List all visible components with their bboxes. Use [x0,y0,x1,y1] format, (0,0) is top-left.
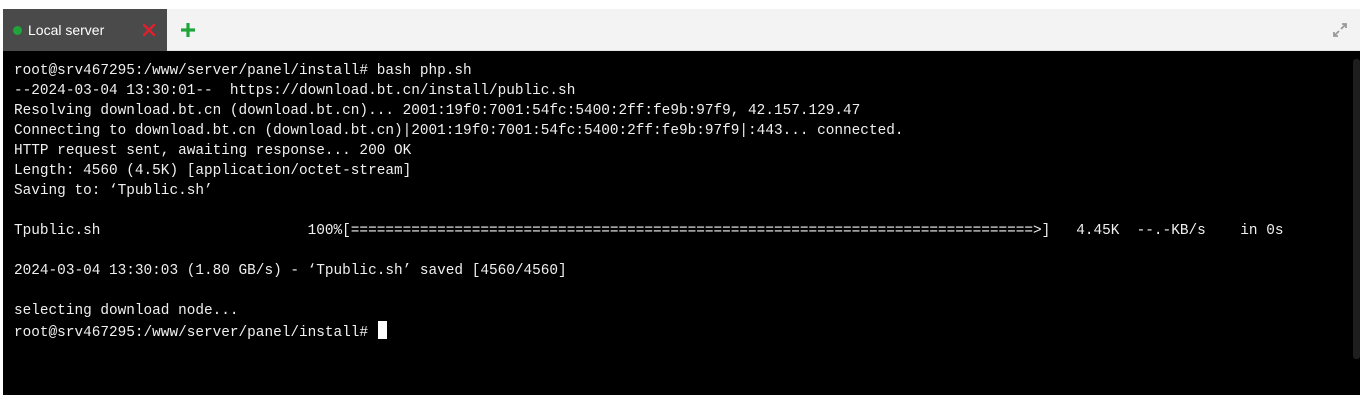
terminal-line-text: Saving to: ‘Tpublic.sh’ [14,183,213,199]
terminal-line: Length: 4560 (4.5K) [application/octet-s… [14,161,1283,181]
terminal-line: Saving to: ‘Tpublic.sh’ [14,181,1283,201]
terminal-line-text: Tpublic.sh 100%[========================… [14,223,1284,239]
tab-local-server[interactable]: Local server [3,9,167,51]
terminal-line-text: --2024-03-04 13:30:01-- https://download… [14,83,576,99]
terminal-line-text: HTTP request sent, awaiting response... … [14,143,412,159]
tab-label: Local server [28,22,105,38]
terminal-line: root@srv467295:/www/server/panel/install… [14,61,1283,81]
terminal-output[interactable]: root@srv467295:/www/server/panel/install… [3,51,1360,395]
fullscreen-expand-icon[interactable] [1330,20,1350,40]
terminal-scrollbar[interactable] [1353,59,1360,359]
terminal-line-text: 2024-03-04 13:30:03 (1.80 GB/s) - ‘Tpubl… [14,263,567,279]
add-tab-plus-icon[interactable] [179,21,197,39]
connection-status-dot [13,26,22,35]
terminal-line: root@srv467295:/www/server/panel/install… [14,321,1283,341]
terminal-line: Connecting to download.bt.cn (download.b… [14,121,1283,141]
tab-bar: Local server [3,9,1360,51]
terminal-window: Local server root@srv467295:/www/server/… [3,9,1360,395]
terminal-line: HTTP request sent, awaiting response... … [14,141,1283,161]
terminal-line: Tpublic.sh 100%[========================… [14,221,1283,241]
terminal-line-text: selecting download node... [14,303,239,319]
terminal-line: --2024-03-04 13:30:01-- https://download… [14,81,1283,101]
terminal-line-text: Resolving download.bt.cn (download.bt.cn… [14,103,861,119]
terminal-line: selecting download node... [14,301,1283,321]
terminal-cursor [377,321,387,339]
terminal-line-text: root@srv467295:/www/server/panel/install… [14,63,472,79]
terminal-line-text: Connecting to download.bt.cn (download.b… [14,123,904,139]
terminal-lines: root@srv467295:/www/server/panel/install… [14,61,1283,341]
terminal-line: Resolving download.bt.cn (download.bt.cn… [14,101,1283,121]
terminal-line-text: Length: 4560 (4.5K) [application/octet-s… [14,163,412,179]
terminal-line: 2024-03-04 13:30:03 (1.80 GB/s) - ‘Tpubl… [14,261,1283,281]
close-icon[interactable] [140,21,158,39]
terminal-line-text: root@srv467295:/www/server/panel/install… [14,325,377,341]
